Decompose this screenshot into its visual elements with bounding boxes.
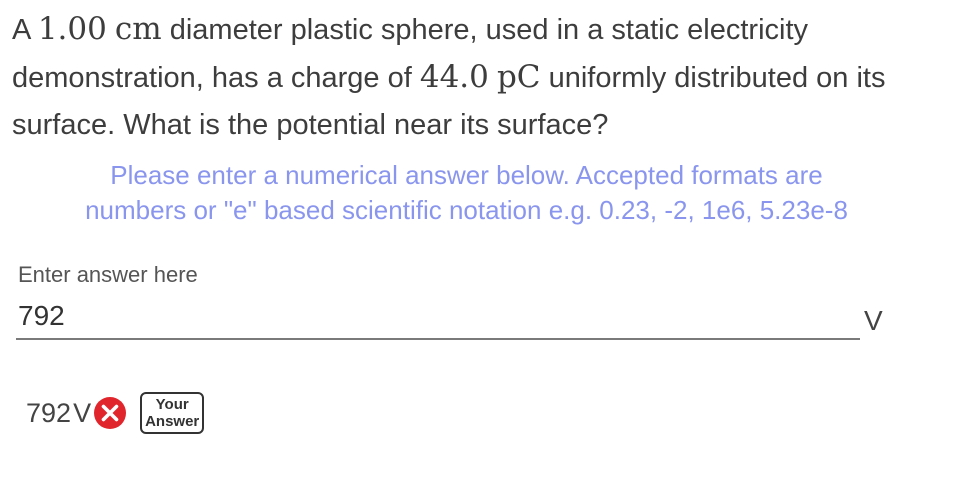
diameter-value: 1.00	[37, 11, 107, 47]
incorrect-x-icon	[93, 396, 127, 430]
diameter-unit: cm	[114, 11, 162, 47]
answer-field-label: Enter answer here	[18, 262, 198, 287]
badge-line-2: Answer	[145, 413, 200, 430]
submitted-answer-row: 792 V Your Answer	[26, 388, 205, 438]
answer-unit: V	[864, 305, 883, 336]
question-text-part-1: A	[12, 14, 38, 46]
submitted-answer-unit: V	[73, 397, 92, 428]
charge-value: 44.0	[419, 59, 489, 95]
answer-input[interactable]	[16, 296, 860, 340]
your-answer-badge: Your Answer	[140, 392, 205, 434]
question-text: A 1.00 cm diameter plastic sphere, used …	[12, 6, 942, 149]
instructions-line-1: Please enter a numerical answer below. A…	[110, 160, 823, 190]
charge-unit: pC	[496, 59, 541, 95]
badge-line-1: Your	[155, 396, 189, 413]
submitted-answer-value: 792	[26, 397, 72, 428]
answer-format-instructions: Please enter a numerical answer below. A…	[0, 158, 933, 228]
instructions-line-2: numbers or "e" based scientific notation…	[85, 195, 848, 225]
